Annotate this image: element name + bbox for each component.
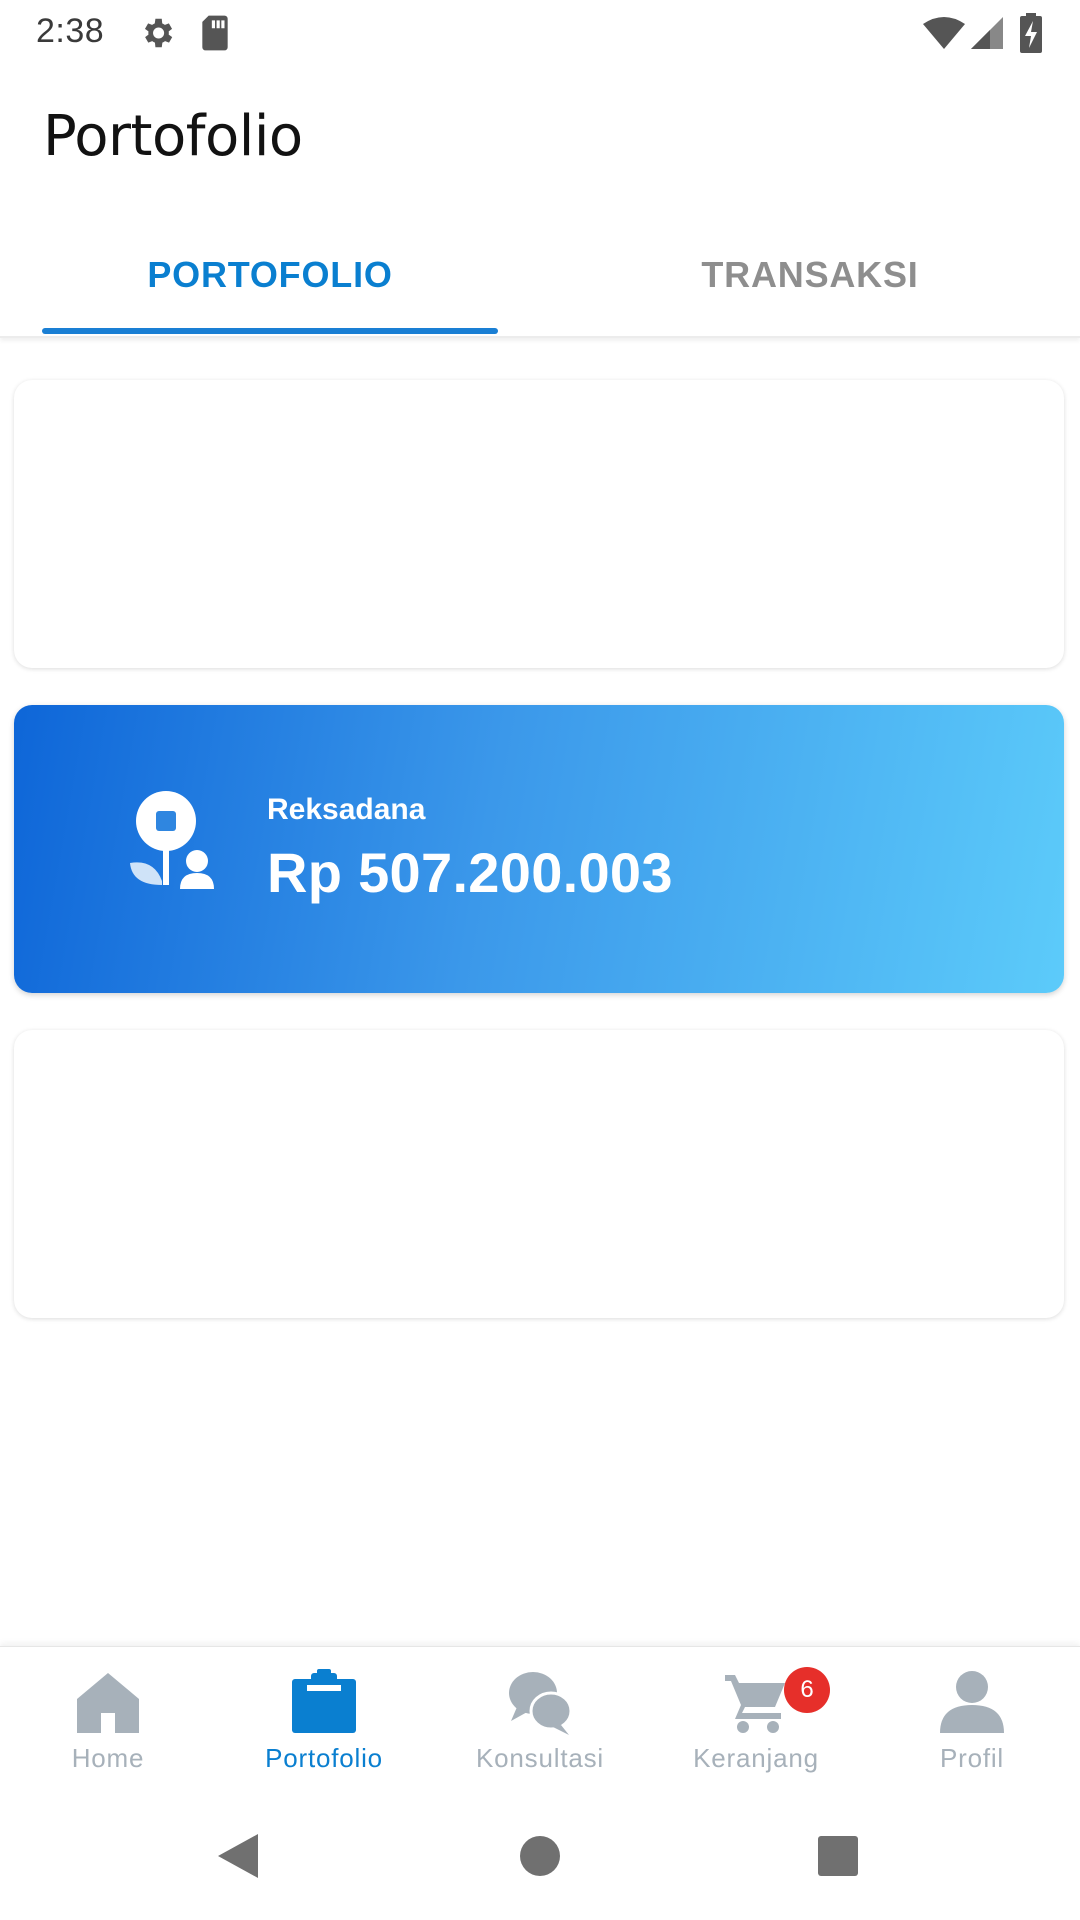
home-icon	[75, 1669, 141, 1735]
nav-label: Portofolio	[265, 1743, 383, 1773]
mutual-fund-icon	[114, 785, 224, 905]
tab-indicator	[42, 328, 498, 334]
profile-icon	[939, 1669, 1005, 1735]
sd-card-icon	[198, 14, 232, 57]
status-time: 2:38	[36, 12, 105, 50]
cart-icon	[723, 1669, 789, 1735]
nav-home[interactable]: Home	[0, 1647, 216, 1799]
clipboard-icon	[291, 1669, 357, 1735]
bottom-nav: Home Portofolio Konsultasi 6 Keranjang P…	[0, 1646, 1080, 1799]
portfolio-card-empty[interactable]	[14, 380, 1064, 668]
chat-icon	[507, 1669, 573, 1735]
system-nav-bar	[0, 1798, 1080, 1920]
nav-label: Konsultasi	[476, 1743, 604, 1773]
fund-value: Rp 507.200.003	[267, 841, 673, 904]
nav-label: Home	[71, 1743, 145, 1773]
home-button-icon[interactable]	[519, 1835, 561, 1882]
status-bar: 2:38	[0, 0, 1080, 66]
nav-keranjang[interactable]: 6 Keranjang	[648, 1647, 864, 1799]
nav-profil[interactable]: Profil	[864, 1647, 1080, 1799]
gear-icon	[138, 14, 176, 57]
cart-badge: 6	[784, 1667, 830, 1713]
fund-label: Reksadana	[267, 793, 426, 826]
reksadana-card[interactable]: Reksadana Rp 507.200.003	[14, 705, 1064, 993]
nav-label: Keranjang	[693, 1743, 819, 1773]
page-title: Portofolio	[43, 104, 303, 169]
tab-bar: PORTOFOLIO TRANSAKSI	[0, 220, 1080, 338]
tab-portofolio[interactable]: PORTOFOLIO	[42, 220, 498, 330]
recents-icon[interactable]	[817, 1835, 859, 1882]
signal-icon	[970, 16, 1004, 55]
nav-konsultasi[interactable]: Konsultasi	[432, 1647, 648, 1799]
nav-label: Profil	[939, 1743, 1005, 1773]
tab-transaksi[interactable]: TRANSAKSI	[582, 220, 1038, 330]
back-icon[interactable]	[216, 1832, 260, 1885]
portfolio-card-empty[interactable]	[14, 1030, 1064, 1318]
nav-portofolio[interactable]: Portofolio	[216, 1647, 432, 1799]
wifi-icon	[922, 16, 966, 55]
battery-charging-icon	[1020, 13, 1042, 58]
